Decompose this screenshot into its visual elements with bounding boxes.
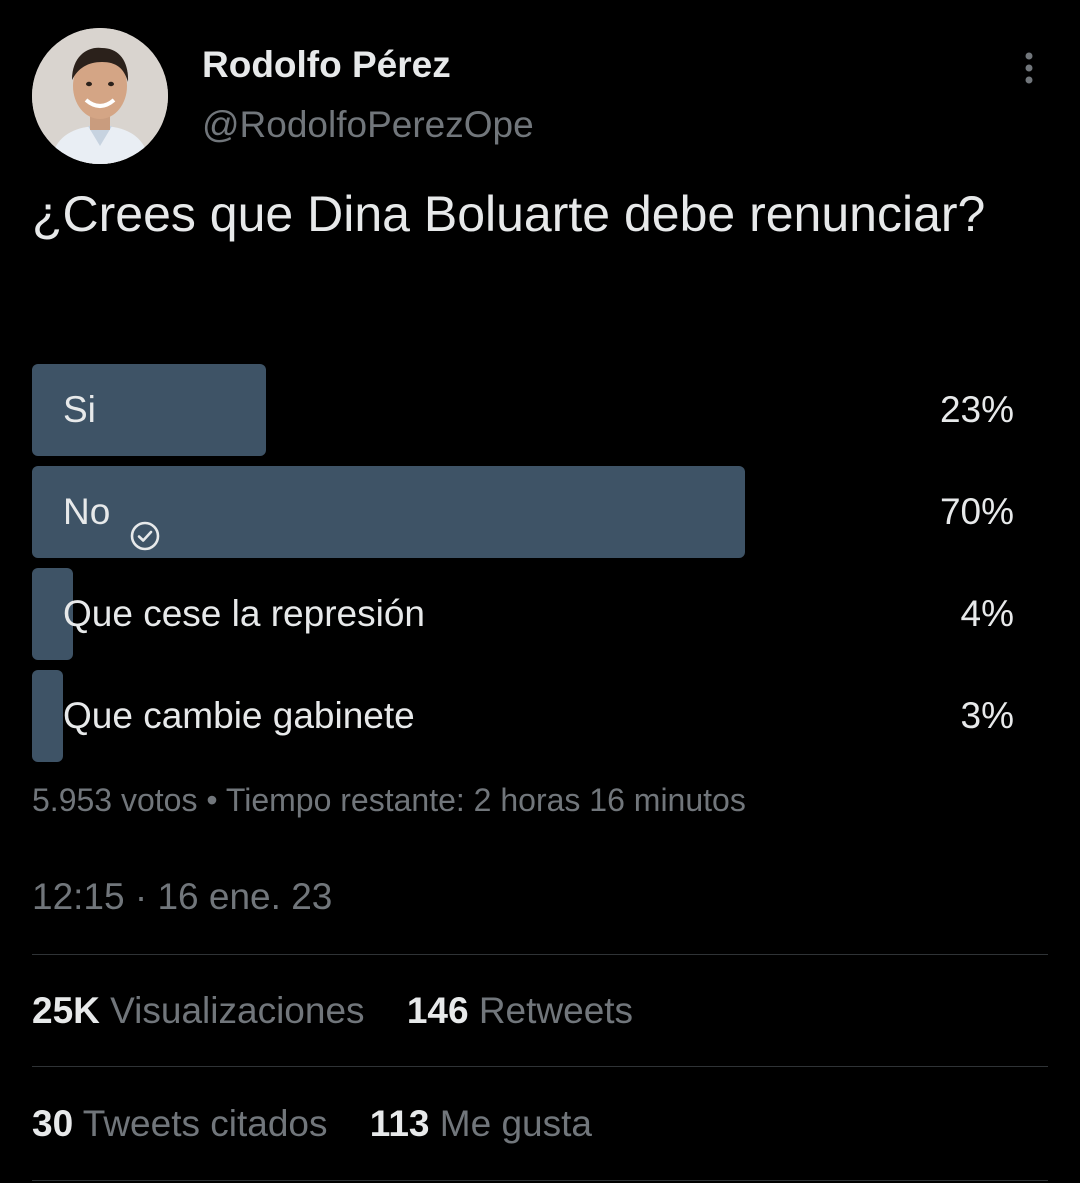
divider [32, 954, 1048, 955]
poll-meta: 5.953 votos • Tiempo restante: 2 horas 1… [32, 782, 746, 819]
likes-stat[interactable]: 113 Me gusta [370, 1103, 592, 1144]
poll-separator: • [206, 782, 218, 818]
poll-option-text: Que cambie gabinete [63, 695, 415, 736]
poll-option: Que cambie gabinete 3% [32, 670, 1032, 762]
author-handle[interactable]: @RodolfoPerezOpe [202, 104, 534, 146]
quotes-count: 30 [32, 1103, 74, 1144]
more-vertical-icon[interactable] [1014, 50, 1044, 90]
divider [32, 1066, 1048, 1067]
poll-option: No 70% [32, 466, 1032, 558]
divider [32, 1180, 1048, 1181]
likes-count: 113 [369, 1103, 430, 1144]
poll-option: Que cese la represión 4% [32, 568, 1032, 660]
poll-bar [32, 670, 63, 762]
likes-label: Me gusta [439, 1103, 592, 1144]
poll-time-left: Tiempo restante: 2 horas 16 minutos [225, 782, 746, 818]
retweets-count: 146 [406, 990, 469, 1031]
poll-option-text: Si [63, 389, 96, 430]
stats-row: 25K Visualizaciones 146 Retweets [32, 990, 665, 1032]
quotes-stat[interactable]: 30 Tweets citados [32, 1103, 338, 1144]
avatar[interactable] [32, 28, 168, 164]
retweets-stat[interactable]: 146 Retweets [407, 990, 633, 1031]
poll-option: Si 23% [32, 364, 1032, 456]
poll-option-label: Si [63, 364, 96, 456]
profile-photo [32, 28, 168, 164]
tweet-text: ¿Crees que Dina Boluarte debe renunciar? [32, 186, 986, 242]
poll-option-percent: 3% [960, 695, 1014, 736]
poll-option-percent: 4% [960, 593, 1014, 634]
author-name[interactable]: Rodolfo Pérez [202, 44, 451, 86]
views-label: Visualizaciones [110, 990, 365, 1031]
poll-option-label: Que cese la represión [63, 568, 425, 660]
poll-option-percent: 23% [939, 389, 1014, 430]
poll-option-label: Que cambie gabinete [63, 670, 415, 762]
retweets-label: Retweets [478, 990, 634, 1031]
poll-option-label: No [63, 466, 162, 558]
views-stat[interactable]: 25K Visualizaciones [32, 990, 375, 1031]
check-circle-icon [128, 495, 162, 551]
stats-row: 30 Tweets citados 113 Me gusta [32, 1103, 624, 1145]
poll-option-text: Que cese la represión [63, 593, 425, 634]
poll-option-text: No [63, 491, 111, 532]
poll-option-percent: 70% [939, 491, 1014, 532]
quotes-label: Tweets citados [82, 1103, 328, 1144]
tweet-timestamp[interactable]: 12:15 · 16 ene. 23 [32, 876, 332, 918]
views-count: 25K [32, 990, 100, 1031]
poll-votes: 5.953 votos [32, 782, 198, 818]
